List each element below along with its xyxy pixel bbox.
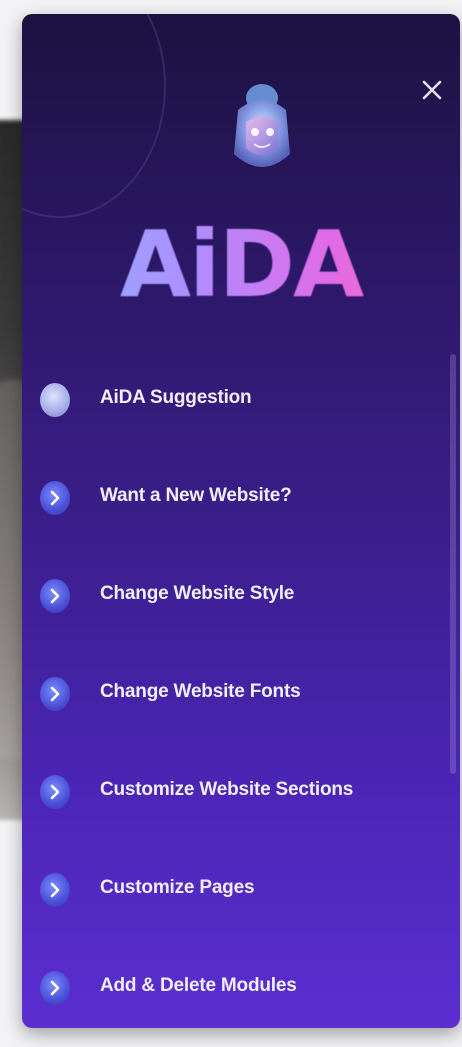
menu-item-label: Customize Website Sections — [100, 779, 354, 800]
suggestion-dot-icon — [40, 383, 70, 417]
menu-item-add-delete-modules[interactable]: Add & Delete Modules — [22, 947, 460, 1017]
menu-item-label: Change Website Fonts — [100, 681, 301, 702]
menu-item-change-website-style[interactable]: Change Website Style — [22, 555, 460, 625]
chevron-right-icon — [40, 579, 70, 613]
robot-avatar-icon — [224, 76, 300, 188]
close-button[interactable] — [418, 76, 446, 104]
chevron-right-icon — [40, 873, 70, 907]
menu-item-label: Want a New Website? — [100, 485, 292, 506]
menu-item-customize-pages[interactable]: Customize Pages — [22, 849, 460, 919]
chevron-right-icon — [40, 971, 70, 1005]
menu-item-aida-suggestion[interactable]: AiDA Suggestion — [22, 359, 460, 429]
chevron-right-icon — [40, 481, 70, 515]
menu-item-customize-website-sections[interactable]: Customize Website Sections — [22, 751, 460, 821]
chevron-right-icon — [40, 677, 70, 711]
menu-item-change-website-fonts[interactable]: Change Website Fonts — [22, 653, 460, 723]
decorative-ring — [22, 14, 166, 218]
menu-item-label: Add & Delete Modules — [100, 975, 297, 996]
menu-item-label: Change Website Style — [100, 583, 295, 604]
aida-logo: AiDA — [22, 219, 460, 311]
menu-item-label: AiDA Suggestion — [100, 387, 252, 408]
menu-item-label: Customize Pages — [100, 877, 255, 898]
chevron-right-icon — [40, 775, 70, 809]
close-icon — [422, 80, 442, 100]
aida-assistant-panel: AiDA AiDA Suggestion Want a New Website?… — [22, 14, 460, 1028]
menu-item-want-new-website[interactable]: Want a New Website? — [22, 457, 460, 527]
